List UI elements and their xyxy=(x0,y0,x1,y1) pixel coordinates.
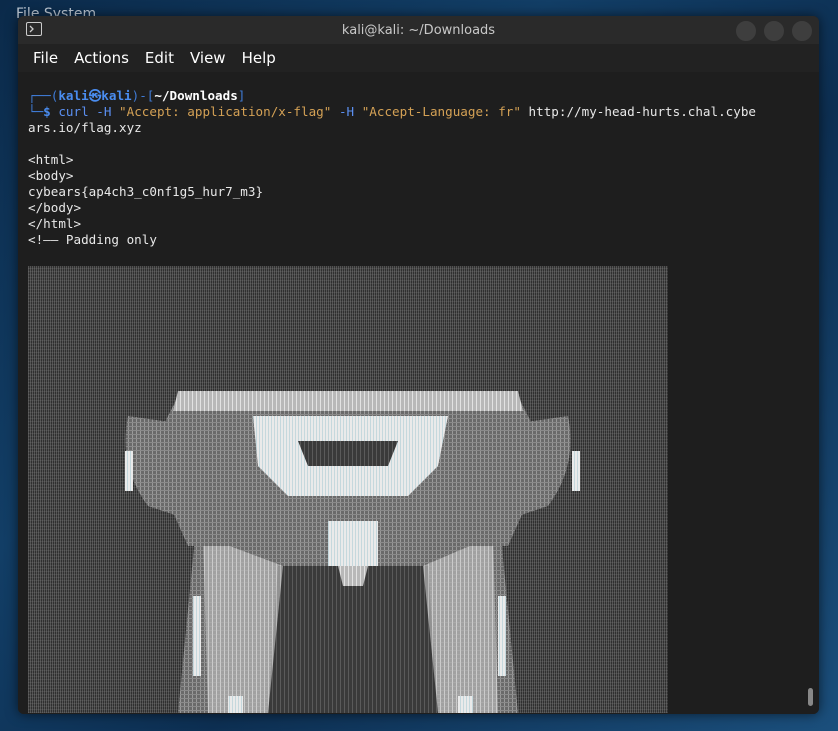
maximize-button[interactable] xyxy=(763,20,785,42)
prompt-at: ㉿ xyxy=(88,88,102,103)
cmd-name: curl xyxy=(58,104,89,119)
menu-help[interactable]: Help xyxy=(235,46,283,70)
prompt-host: kali xyxy=(101,88,132,103)
prompt-user: kali xyxy=(58,88,89,103)
prompt-line: ┌──(kali㉿kali)-[~/Downloads] xyxy=(28,88,246,103)
window-title: kali@kali: ~/Downloads xyxy=(341,22,496,38)
vertical-scrollbar[interactable] xyxy=(808,688,813,706)
close-button[interactable] xyxy=(791,20,813,42)
menu-actions[interactable]: Actions xyxy=(67,46,136,70)
menu-edit[interactable]: Edit xyxy=(138,46,181,70)
ascii-art-image xyxy=(28,266,668,713)
terminal-window: kali@kali: ~/Downloads File Actions Edit… xyxy=(18,16,819,714)
cmd-arg2: "Accept-Language: fr" xyxy=(361,104,521,119)
cmd-flag1: -H xyxy=(96,104,112,119)
output-line: <html> xyxy=(28,152,74,167)
output-line: </html> xyxy=(28,216,82,231)
cmd-url-part1: http://my-head-hurts.chal.cybe xyxy=(528,104,757,119)
flag-output: cybears{ap4ch3_c0nf1g5_hur7_m3} xyxy=(28,184,264,199)
command-line: └─$ curl -H "Accept: application/x-flag"… xyxy=(28,104,757,119)
terminal-icon xyxy=(26,22,42,36)
output-line: <body> xyxy=(28,168,74,183)
output-line: </body> xyxy=(28,200,82,215)
terminal-area[interactable]: ┌──(kali㉿kali)-[~/Downloads] └─$ curl -H… xyxy=(18,72,819,714)
title-bar[interactable]: kali@kali: ~/Downloads xyxy=(18,16,819,44)
menu-bar: File Actions Edit View Help xyxy=(18,44,819,72)
menu-view[interactable]: View xyxy=(183,46,233,70)
cmd-flag2: -H xyxy=(338,104,355,119)
minimize-button[interactable] xyxy=(735,20,757,42)
cmd-arg1: "Accept: application/x-flag" xyxy=(119,104,332,119)
prompt-path: ~/Downloads xyxy=(154,88,238,103)
output-line: <!—— Padding only xyxy=(28,232,157,247)
menu-file[interactable]: File xyxy=(26,46,65,70)
command-wrap: ars.io/flag.xyz xyxy=(28,120,142,135)
